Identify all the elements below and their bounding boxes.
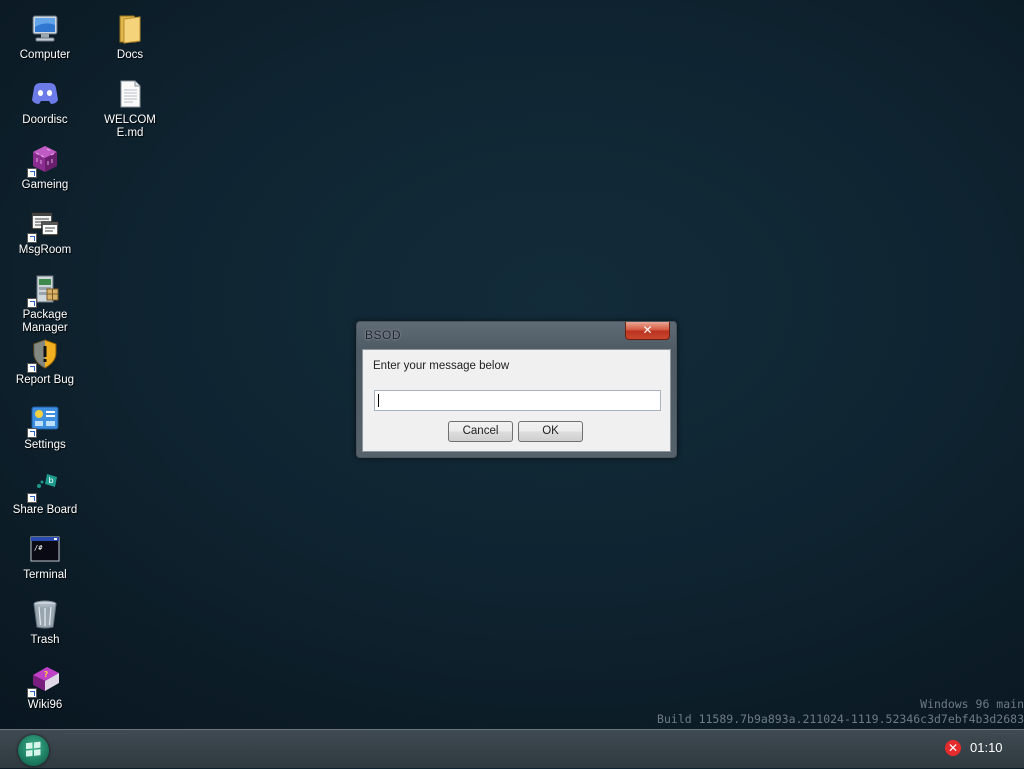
- desktop-icon-docs[interactable]: Docs: [90, 5, 170, 67]
- desktop-icon-label: WELCOME.md: [104, 114, 156, 139]
- desktop-icon-label: Share Board: [12, 504, 78, 516]
- build-info: Windows 96 main Build 11589.7b9a893a.211…: [657, 697, 1024, 727]
- dialog-prompt: Enter your message below: [373, 360, 510, 372]
- text-caret: [378, 394, 379, 407]
- msgroom-icon: [27, 208, 61, 243]
- shortcut-arrow-icon: [27, 428, 37, 438]
- desktop-icon-gameing[interactable]: Gameing: [5, 135, 85, 197]
- package-icon: [27, 273, 61, 308]
- build-number: Build 11589.7b9a893a.211024-1119.52346c3…: [657, 712, 1024, 726]
- svg-text:/#: /#: [34, 544, 43, 552]
- desktop-icon-label: Gameing: [21, 179, 69, 191]
- desktop-icon-package-manager[interactable]: Package Manager: [5, 265, 85, 335]
- desktop-icon-label: Terminal: [23, 569, 67, 581]
- desktop-icon-terminal[interactable]: /# Terminal: [5, 525, 85, 587]
- desktop-icon-trash[interactable]: Trash: [5, 590, 85, 652]
- dialog-title: BSOD: [365, 328, 402, 342]
- close-icon: ✕: [642, 323, 653, 337]
- shield-warning-icon: [27, 338, 61, 373]
- message-input[interactable]: [374, 390, 661, 411]
- desktop-icon-report-bug[interactable]: Report Bug: [5, 330, 85, 392]
- shortcut-arrow-icon: [27, 298, 37, 308]
- svg-text:b: b: [48, 476, 53, 485]
- folder-icon: [114, 13, 146, 45]
- build-os-name: Windows 96 main: [920, 697, 1024, 711]
- desktop-icon-label: Computer: [19, 49, 71, 61]
- shortcut-arrow-icon: [27, 688, 37, 698]
- doordisc-icon: [29, 78, 61, 110]
- desktop-icon-doordisc[interactable]: Doordisc: [5, 70, 85, 132]
- shortcut-arrow-icon: [27, 493, 37, 503]
- desktop-icon-msgroom[interactable]: MsgRoom: [5, 200, 85, 262]
- ok-button[interactable]: OK: [518, 421, 583, 442]
- shortcut-arrow-icon: [27, 168, 37, 178]
- desktop-icon-label: Report Bug: [15, 374, 75, 386]
- desktop-icon-computer[interactable]: Computer: [5, 5, 85, 67]
- desktop-icon-label: Trash: [30, 634, 60, 646]
- document-icon: [114, 78, 146, 110]
- error-icon[interactable]: ✕: [945, 740, 961, 756]
- share-board-icon: b: [27, 468, 61, 503]
- computer-icon: [29, 13, 61, 45]
- shortcut-arrow-icon: [27, 363, 37, 373]
- settings-icon: [27, 403, 61, 438]
- taskbar: ✕ 01:10: [0, 729, 1024, 768]
- start-button[interactable]: [18, 735, 49, 766]
- close-button[interactable]: ✕: [625, 322, 670, 340]
- desktop-icon-label: Doordisc: [22, 114, 68, 126]
- cancel-button[interactable]: Cancel: [448, 421, 513, 442]
- game-cube-icon: [27, 143, 61, 178]
- start-orb-icon: [26, 741, 41, 757]
- wiki-book-icon: ?: [27, 663, 61, 698]
- desktop-icon-settings[interactable]: Settings: [5, 395, 85, 457]
- desktop-icon-welcome-md[interactable]: WELCOME.md: [90, 70, 170, 140]
- svg-text:?: ?: [44, 670, 49, 679]
- message-dialog: BSOD ✕ Enter your message below Cancel O…: [356, 321, 677, 458]
- taskbar-clock[interactable]: 01:10: [970, 740, 1003, 755]
- terminal-icon: /#: [29, 533, 61, 565]
- shortcut-arrow-icon: [27, 233, 37, 243]
- desktop-icon-label: Docs: [116, 49, 144, 61]
- trash-icon: [29, 598, 61, 630]
- dialog-body: Enter your message below Cancel OK: [362, 349, 671, 452]
- desktop-icon-label: MsgRoom: [18, 244, 72, 256]
- desktop-icon-share-board[interactable]: b Share Board: [5, 460, 85, 522]
- desktop-icon-label: Wiki96: [27, 699, 63, 711]
- desktop-icon-wiki96[interactable]: ? Wiki96: [5, 655, 85, 717]
- desktop-icon-label: Settings: [24, 439, 66, 451]
